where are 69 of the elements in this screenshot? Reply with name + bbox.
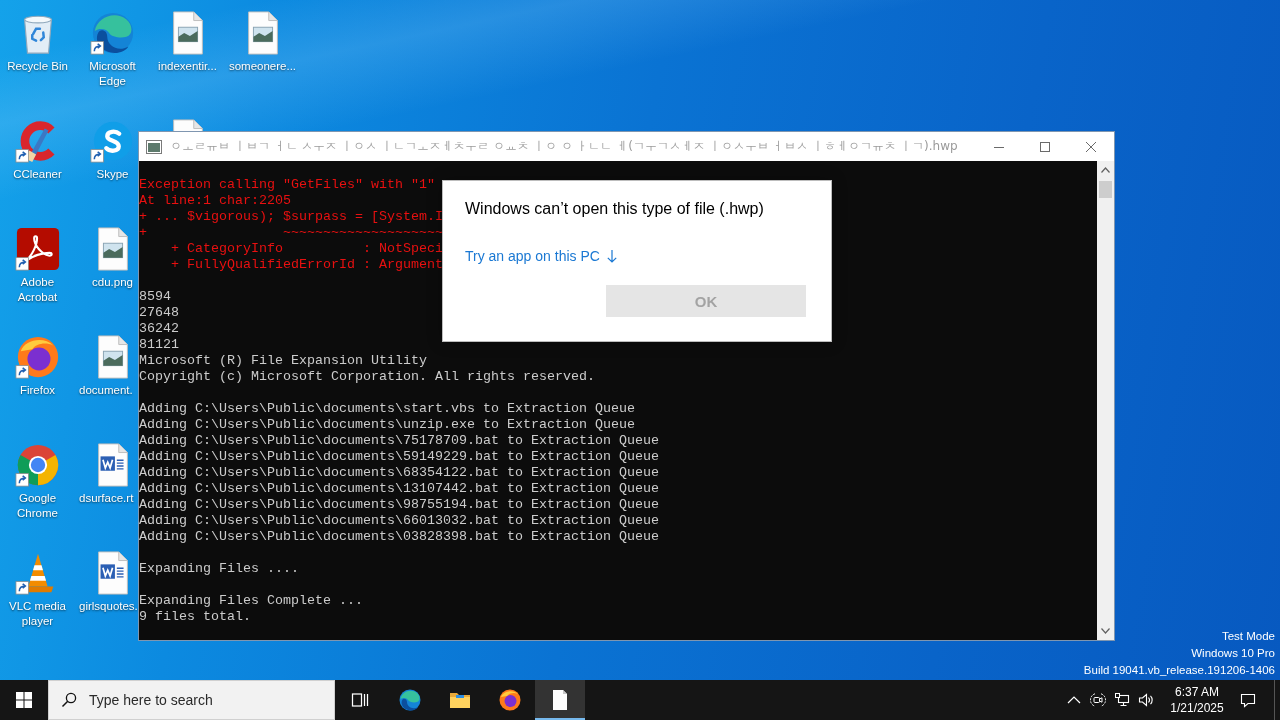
console-output-line: 8594: [139, 289, 171, 305]
console-output-line: 81121: [139, 337, 179, 353]
firefox-icon: [498, 688, 522, 712]
error-output-line: At line:1 char:2205: [139, 193, 291, 209]
console-output-line: 27648: [139, 305, 179, 321]
console-output-line: Adding C:\Users\Public\documents\03828398.bat to Extraction Queue: [139, 529, 659, 545]
error-output-line: + FullyQualifiedErrorId : Argument: [170, 257, 443, 273]
desktop-icon-label[interactable]: indexentir...: [158, 59, 217, 74]
network-icon: [1114, 692, 1130, 708]
system-info-text: Test Mode: [1221, 629, 1275, 644]
console-output-line: Microsoft (R) File Expansion Utility: [139, 353, 427, 369]
dialog-title: Windows can’t open this type of file (.hwp): [465, 199, 764, 219]
edge-icon[interactable]: [89, 10, 136, 56]
acrobat-icon[interactable]: [14, 226, 61, 272]
down-arrow-icon: [606, 249, 617, 263]
speaker-icon: [1138, 692, 1154, 708]
desktop-icon-label[interactable]: VLC media player: [2, 599, 73, 629]
desktop-icon-label[interactable]: Adobe Acrobat: [2, 275, 73, 305]
desktop-icon-label[interactable]: Google Chrome: [2, 491, 73, 521]
taskbar-app-button[interactable]: [535, 680, 585, 720]
speech-bubble-icon: [1240, 692, 1256, 708]
scrollbar-thumb[interactable]: [1099, 181, 1112, 198]
clock-time[interactable]: 6:37 AM: [1175, 684, 1219, 700]
console-output-line: 9 files total.: [139, 609, 251, 625]
desktop-icon-label[interactable]: cdu.png: [92, 275, 133, 290]
console-output-line: Adding C:\Users\Public\documents\75178709.bat to Extraction Queue: [139, 433, 659, 449]
search-box[interactable]: Type here to search: [48, 680, 335, 720]
chrome-icon[interactable]: [14, 442, 61, 488]
console-output-line: Adding C:\Users\Public\documents\start.vbs to Extraction Queue: [139, 401, 635, 417]
desktop-icon-label[interactable]: Skype: [96, 167, 129, 182]
system-info-text: Windows 10 Pro: [1191, 646, 1275, 661]
console-output-line: Expanding Files Complete ...: [139, 593, 363, 609]
error-output-line: + CategoryInfo : NotSpeci: [170, 241, 443, 257]
clock-date[interactable]: 1/21/2025: [1170, 700, 1224, 716]
console-output-line: Copyright (c) Microsoft Corporation. All rights reserved.: [139, 369, 595, 385]
console-output-line: Adding C:\Users\Public\documents\68354122.bat to Extraction Queue: [139, 465, 659, 481]
desktop-icon-label[interactable]: Microsoft Edge: [77, 59, 148, 89]
desktop-icon-label[interactable]: Recycle Bin: [7, 59, 68, 74]
desktop-icon-label[interactable]: document.: [79, 383, 133, 398]
console-output-line: 36242: [139, 321, 179, 337]
maximize-icon: [1040, 141, 1050, 152]
console-output-line: Adding C:\Users\Public\documents\13107442.bat to Extraction Queue: [139, 481, 659, 497]
scroll-up-icon[interactable]: [1101, 167, 1110, 173]
search-field[interactable]: Type here to search: [89, 681, 334, 719]
console-output-line: Adding C:\Users\Public\documents\98755194.bat to Extraction Queue: [139, 497, 659, 513]
firefox-icon[interactable]: [14, 334, 61, 380]
desktop-icon-label[interactable]: Firefox: [19, 383, 56, 398]
desktop-icon-label[interactable]: girlsquotes.: [79, 599, 138, 614]
camera-icon: [1090, 692, 1106, 708]
desktop-icon-label[interactable]: dsurface.rt: [79, 491, 134, 506]
search-icon: [61, 692, 77, 708]
window-title: ㅇㅗㄹㅠㅂ ㅣㅂㄱ ㅓㄴ ㅅㅜㅈ ㅣㅇㅅ ㅣㄴㄱㅗㅈㅔㅊㅜㄹ ㅇㅛㅊ ㅣㅇ ㅇ ㅏㄴㄴ ㅔ(ㄱㅜㄱㅅㅔㅈ ㅣㅇㅅㅜㅂ ㅓㅂㅅ ㅣㅎㅔㅇㄱㅠㅊ ㅣㄱ).hwp: [170, 138, 959, 155]
error-output-line: + ... $vigorous); $surpass = [System.I: [139, 209, 443, 225]
system-info-text: Build 19041.vb_release.191206-1406: [1083, 663, 1275, 678]
console-output-line: Adding C:\Users\Public\documents\unzip.exe to Extraction Queue: [139, 417, 635, 433]
error-output-line: + ~~~~~~~~~~~~~~~~~~~~: [139, 225, 443, 241]
console-output-line: Adding C:\Users\Public\documents\66013032.bat to Extraction Queue: [139, 513, 659, 529]
desktop-icon-label[interactable]: someonere...: [228, 59, 297, 74]
error-output-line: Exception calling "GetFiles" with "1": [139, 177, 435, 193]
edge-icon: [398, 688, 422, 712]
scrollbar[interactable]: [1097, 161, 1114, 640]
console-output-line: Expanding Files ....: [139, 561, 299, 577]
try-app-link[interactable]: Try an app on this PC: [465, 246, 617, 266]
scroll-down-icon[interactable]: [1101, 628, 1110, 634]
close-icon: [1086, 141, 1096, 152]
console-output-line: Adding C:\Users\Public\documents\59149229.bat to Extraction Queue: [139, 449, 659, 465]
console-app-icon: [146, 139, 162, 154]
windows-logo-icon: [16, 692, 32, 708]
desktop-icon-label[interactable]: CCleaner: [13, 167, 62, 182]
